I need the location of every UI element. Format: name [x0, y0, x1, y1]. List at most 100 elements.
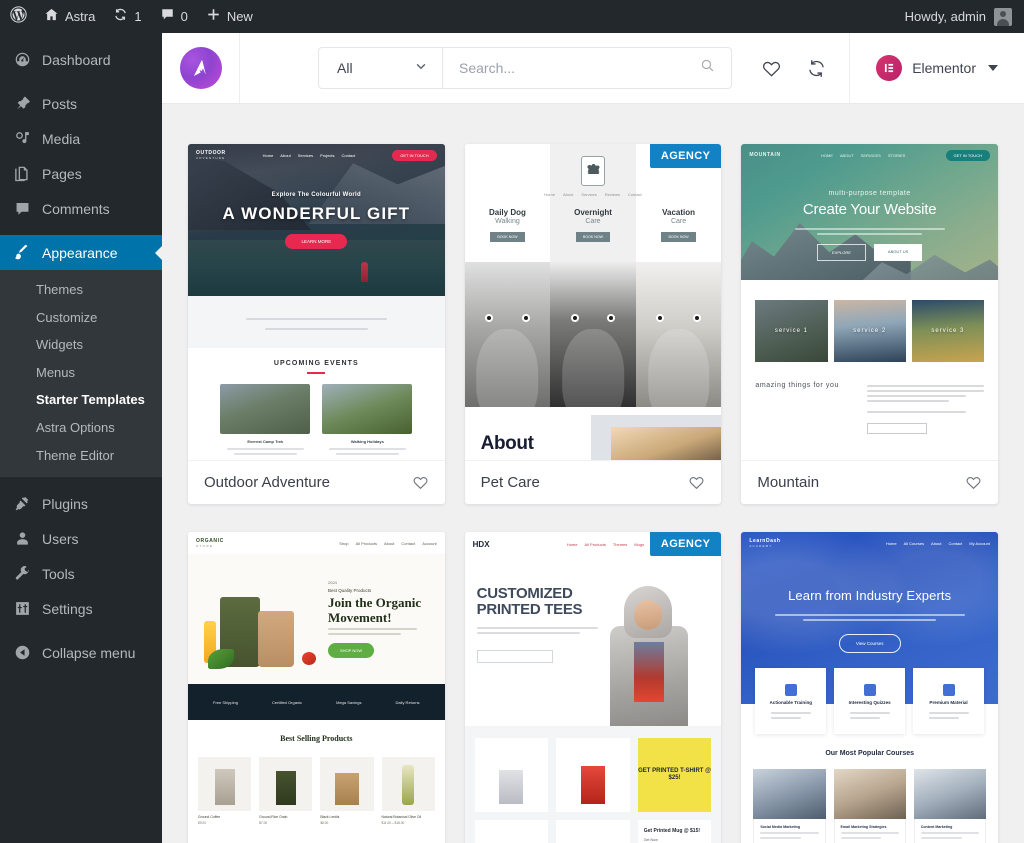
mockup-feature: Free Shipping [213, 699, 238, 705]
mockup-brand: LearnDash ACADEMY [749, 538, 781, 548]
sync-refresh-icon[interactable] [806, 58, 827, 79]
submenu-item-themes[interactable]: Themes [0, 276, 162, 304]
my-account-menu[interactable]: Howdy, admin [904, 7, 1024, 26]
chevron-down-icon [988, 65, 998, 71]
sidebar-item-label: Users [42, 530, 79, 547]
search-box [443, 48, 731, 88]
updates-menu[interactable]: 1 [104, 0, 150, 33]
category-filter-value: All [337, 60, 353, 76]
sidebar-item-posts[interactable]: Posts [0, 86, 162, 121]
sidebar-item-label: Media [42, 130, 81, 147]
submenu-item-widgets[interactable]: Widgets [0, 331, 162, 359]
template-preview[interactable]: AGENCY Home About Services Reviews Conta… [464, 144, 722, 460]
template-card[interactable]: ORGANIC STORE Shop All Products About Co… [188, 532, 445, 843]
sidebar-item-dashboard[interactable]: Dashboard [0, 42, 162, 77]
submenu-item-theme-editor[interactable]: Theme Editor [0, 442, 162, 470]
mockup-services: Daily Dog Walking BOOK NOW Overnight Car… [465, 208, 722, 243]
mockup-events: UPCOMING EVENTS Everest Camp Trek Walkin… [188, 348, 445, 460]
search-shell: All [318, 47, 732, 89]
mockup-service: service 3 [911, 300, 984, 362]
submenu-item-menus[interactable]: Menus [0, 359, 162, 387]
chevron-down-icon [414, 60, 428, 77]
sidebar-item-label: Posts [42, 95, 78, 112]
category-filter-select[interactable]: All [319, 48, 443, 88]
sidebar-item-label: Comments [42, 200, 110, 217]
site-mockup-organic: ORGANIC STORE Shop All Products About Co… [188, 532, 445, 843]
site-name-menu[interactable]: Astra [35, 0, 104, 33]
updates-refresh-icon [113, 7, 128, 26]
sidebar-item-settings[interactable]: Settings [0, 591, 162, 626]
template-preview[interactable]: MOUNTAIN HOME ABOUT SERVICES STORIES GET… [741, 144, 998, 460]
updates-count: 1 [134, 9, 142, 24]
dashboard-icon [12, 51, 32, 68]
sidebar-item-pages[interactable]: Pages [0, 156, 162, 191]
sidebar-item-plugins[interactable]: Plugins [0, 486, 162, 521]
template-card[interactable]: AGENCY Home About Services Reviews Conta… [464, 144, 722, 504]
template-preview[interactable]: OUTDOOR ADVENTURE Home About Services Pr… [188, 144, 445, 460]
template-card[interactable]: AGENCY HDX Home All Products Themes Mugs… [464, 532, 722, 843]
comments-icon [12, 200, 32, 217]
astra-logo-icon[interactable] [179, 47, 222, 89]
collapse-menu-button[interactable]: Collapse menu [0, 635, 162, 670]
site-mockup-tees: HDX Home All Products Themes Mugs About … [464, 532, 722, 843]
mockup-feature: Mega Savings [336, 699, 362, 705]
favorite-heart-icon[interactable] [965, 474, 982, 491]
comments-menu[interactable]: 0 [151, 0, 197, 33]
mockup-service: Vacation Care BOOK NOW [636, 208, 722, 243]
site-mockup-mountain: MOUNTAIN HOME ABOUT SERVICES STORIES GET… [741, 144, 998, 460]
mockup-logo [580, 156, 605, 186]
sidebar-item-label: Tools [42, 565, 75, 582]
mockup-cta: GET IN TOUCH [945, 149, 990, 161]
mockup-nav-links: HOME ABOUT SERVICES STORIES [820, 152, 906, 158]
template-preview[interactable]: ORGANIC STORE Shop All Products About Co… [188, 532, 445, 843]
media-icon [12, 130, 32, 147]
favorites-heart-icon[interactable] [761, 58, 782, 79]
astra-logo-wrap [162, 33, 240, 103]
mockup-event: Walking Holidays [322, 384, 413, 460]
favorite-heart-icon[interactable] [412, 474, 429, 491]
pages-icon [12, 165, 32, 182]
mockup-product: Ground Coffee $9.00 [197, 757, 252, 825]
new-content-menu[interactable]: New [197, 0, 262, 33]
divider [307, 372, 326, 374]
starter-templates-app: All Search... Elementor OUTDOOR ADVENTUR… [162, 33, 1024, 843]
templates-scroll-area[interactable]: OUTDOOR ADVENTURE Home About Services Pr… [162, 104, 1024, 843]
mockup-product-bags [200, 571, 320, 669]
mockup-promo: GET PRINTED T-SHIRT @ $25! [637, 738, 712, 812]
sidebar-item-appearance[interactable]: Appearance [0, 235, 162, 270]
wp-logo-button[interactable] [0, 0, 35, 33]
template-card[interactable]: MOUNTAIN HOME ABOUT SERVICES STORIES GET… [741, 144, 998, 504]
appearance-brush-icon [12, 244, 32, 261]
submenu-item-starter-templates[interactable]: Starter Templates [0, 386, 162, 414]
favorite-heart-icon[interactable] [688, 474, 705, 491]
mockup-service: service 1 [755, 300, 828, 362]
mockup-hero-image [598, 556, 721, 726]
sidebar-item-media[interactable]: Media [0, 121, 162, 156]
posts-pin-icon [12, 95, 32, 112]
mockup-product: Black Lentils $8.00 [320, 757, 374, 825]
sidebar-item-label: Dashboard [42, 51, 111, 68]
page-builder-selector[interactable]: Elementor [850, 33, 1024, 103]
collapse-arrow-icon [12, 644, 32, 661]
sidebar-item-tools[interactable]: Tools [0, 556, 162, 591]
template-preview[interactable]: AGENCY HDX Home All Products Themes Mugs… [464, 532, 722, 843]
submenu-item-customize[interactable]: Customize [0, 304, 162, 332]
submenu-item-astra-options[interactable]: Astra Options [0, 414, 162, 442]
howdy-label: Howdy, admin [904, 9, 986, 24]
plugins-plug-icon [12, 495, 32, 512]
mockup-course: Content Marketing [913, 769, 986, 843]
mockup-nav-links: Home About Services Projects Contact [262, 152, 356, 158]
template-preview[interactable]: LearnDash ACADEMY Home All Courses About… [741, 532, 998, 843]
mockup-button [867, 423, 928, 434]
sidebar-item-comments[interactable]: Comments [0, 191, 162, 226]
menu-spacer-4 [0, 626, 162, 635]
mockup-person [360, 262, 368, 282]
settings-sliders-icon [12, 600, 32, 617]
mockup-course: Social Media Marketing [753, 769, 826, 843]
template-card[interactable]: LearnDash ACADEMY Home All Courses About… [741, 532, 998, 843]
template-card[interactable]: OUTDOOR ADVENTURE Home About Services Pr… [188, 144, 445, 504]
quiz-icon [863, 683, 876, 696]
sidebar-item-users[interactable]: Users [0, 521, 162, 556]
comments-count: 0 [180, 9, 188, 24]
search-input[interactable] [459, 60, 731, 76]
